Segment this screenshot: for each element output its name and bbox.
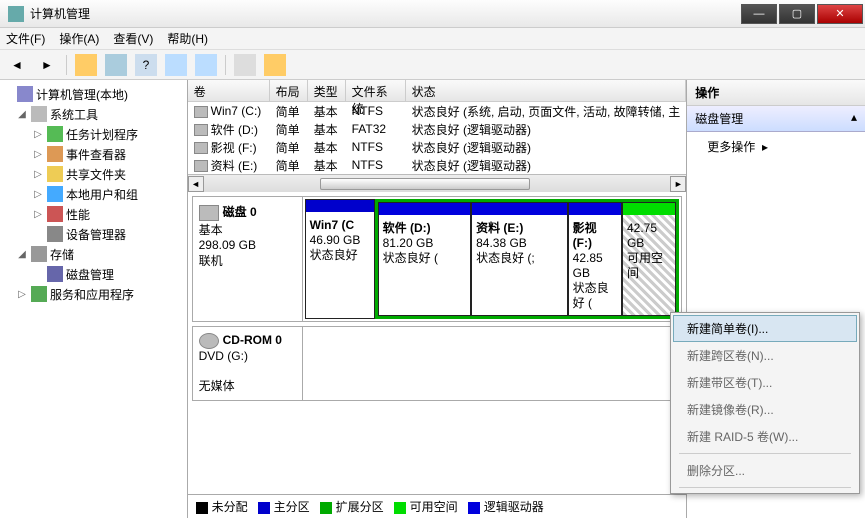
- scroll-left-button[interactable]: ◄: [188, 176, 204, 192]
- volume-row[interactable]: Win7 (C:)简单基本NTFS状态良好 (系统, 启动, 页面文件, 活动,…: [188, 102, 687, 120]
- scroll-right-button[interactable]: ►: [670, 176, 686, 192]
- actions-more[interactable]: 更多操作 ▸: [687, 132, 865, 161]
- forward-button[interactable]: ►: [36, 54, 58, 76]
- legend: 未分配 主分区 扩展分区 可用空间 逻辑驱动器: [188, 494, 687, 518]
- tree-services[interactable]: ▷服务和应用程序: [2, 284, 185, 304]
- tree-shared[interactable]: ▷共享文件夹: [2, 164, 185, 184]
- cdrom-info[interactable]: CD-ROM 0 DVD (G:) 无媒体: [193, 327, 303, 400]
- tree-devmgr[interactable]: 设备管理器: [2, 224, 185, 244]
- tree-diskmgmt[interactable]: 磁盘管理: [2, 264, 185, 284]
- ctx-new-simple[interactable]: 新建简单卷(I)...: [673, 315, 857, 342]
- tree-users[interactable]: ▷本地用户和组: [2, 184, 185, 204]
- toolbar-icon-1[interactable]: [75, 54, 97, 76]
- tree-root[interactable]: 计算机管理(本地): [2, 84, 185, 104]
- titlebar: 计算机管理 — ▢ ✕: [0, 0, 865, 28]
- toolbar-icon-2[interactable]: [105, 54, 127, 76]
- col-fs[interactable]: 文件系统: [346, 80, 406, 101]
- volume-row[interactable]: 影视 (F:)简单基本NTFS状态良好 (逻辑驱动器): [188, 138, 687, 156]
- toolbar-icon-4[interactable]: [165, 54, 187, 76]
- disk-layout: 磁盘 0 基本 298.09 GB 联机 Win7 (C46.90 GB状态良好…: [188, 192, 687, 494]
- close-button[interactable]: ✕: [817, 4, 863, 24]
- menu-view[interactable]: 查看(V): [113, 30, 153, 47]
- partition-e[interactable]: 资料 (E:)84.38 GB状态良好 (;: [471, 202, 568, 316]
- scroll-thumb[interactable]: [320, 178, 530, 190]
- volume-list: Win7 (C:)简单基本NTFS状态良好 (系统, 启动, 页面文件, 活动,…: [188, 102, 687, 174]
- app-icon: [8, 6, 24, 22]
- window-buttons: — ▢ ✕: [741, 4, 863, 24]
- menubar: 文件(F) 操作(A) 查看(V) 帮助(H): [0, 28, 865, 50]
- toolbar: ◄ ► ?: [0, 50, 865, 80]
- main-panel: 卷 布局 类型 文件系统 状态 Win7 (C:)简单基本NTFS状态良好 (系…: [188, 80, 688, 518]
- tree-scheduler[interactable]: ▷任务计划程序: [2, 124, 185, 144]
- disk-icon: [199, 205, 219, 221]
- volume-row[interactable]: 软件 (D:)简单基本FAT32状态良好 (逻辑驱动器): [188, 120, 687, 138]
- toolbar-icon-5[interactable]: [195, 54, 217, 76]
- disk0-row: 磁盘 0 基本 298.09 GB 联机 Win7 (C46.90 GB状态良好…: [192, 196, 683, 322]
- partition-c[interactable]: Win7 (C46.90 GB状态良好: [305, 199, 375, 319]
- back-button[interactable]: ◄: [6, 54, 28, 76]
- nav-tree: 计算机管理(本地) ◢系统工具 ▷任务计划程序 ▷事件查看器 ▷共享文件夹 ▷本…: [0, 80, 188, 518]
- col-volume[interactable]: 卷: [188, 80, 270, 101]
- window-title: 计算机管理: [30, 5, 741, 22]
- tree-perf[interactable]: ▷性能: [2, 204, 185, 224]
- disk0-info[interactable]: 磁盘 0 基本 298.09 GB 联机: [193, 197, 303, 321]
- tree-events[interactable]: ▷事件查看器: [2, 144, 185, 164]
- ctx-new-stripe[interactable]: 新建带区卷(T)...: [673, 369, 857, 396]
- minimize-button[interactable]: —: [741, 4, 777, 24]
- menu-file[interactable]: 文件(F): [6, 30, 45, 47]
- partition-d[interactable]: 软件 (D:)81.20 GB状态良好 (: [378, 202, 471, 316]
- tree-storage[interactable]: ◢存储: [2, 244, 185, 264]
- col-type[interactable]: 类型: [308, 80, 346, 101]
- context-menu: 新建简单卷(I)... 新建跨区卷(N)... 新建带区卷(T)... 新建镜像…: [670, 312, 860, 494]
- ctx-new-span[interactable]: 新建跨区卷(N)...: [673, 342, 857, 369]
- col-status[interactable]: 状态: [406, 80, 687, 101]
- toolbar-icon-7[interactable]: [264, 54, 286, 76]
- cdrom-icon: [199, 333, 219, 349]
- maximize-button[interactable]: ▢: [779, 4, 815, 24]
- cdrom-row: CD-ROM 0 DVD (G:) 无媒体: [192, 326, 683, 401]
- partition-f[interactable]: 影视 (F:)42.85 GB状态良好 (: [568, 202, 622, 316]
- volume-header: 卷 布局 类型 文件系统 状态: [188, 80, 687, 102]
- collapse-icon: ▴: [851, 110, 857, 127]
- actions-header: 操作: [687, 80, 865, 106]
- col-layout[interactable]: 布局: [270, 80, 308, 101]
- toolbar-icon-6[interactable]: [234, 54, 256, 76]
- ctx-delete[interactable]: 删除分区...: [673, 457, 857, 484]
- ctx-new-mirror[interactable]: 新建镜像卷(R)...: [673, 396, 857, 423]
- toolbar-icon-3[interactable]: ?: [135, 54, 157, 76]
- volume-row[interactable]: 资料 (E:)简单基本NTFS状态良好 (逻辑驱动器): [188, 156, 687, 174]
- extended-partition: 软件 (D:)81.20 GB状态良好 ( 资料 (E:)84.38 GB状态良…: [375, 199, 680, 319]
- menu-help[interactable]: 帮助(H): [167, 30, 208, 47]
- ctx-new-raid5[interactable]: 新建 RAID-5 卷(W)...: [673, 423, 857, 450]
- disk0-partitions: Win7 (C46.90 GB状态良好 软件 (D:)81.20 GB状态良好 …: [303, 197, 682, 321]
- tree-system-tools[interactable]: ◢系统工具: [2, 104, 185, 124]
- menu-action[interactable]: 操作(A): [59, 30, 99, 47]
- partition-free[interactable]: 42.75 GB可用空间: [622, 202, 676, 316]
- h-scrollbar[interactable]: ◄ ►: [188, 174, 687, 192]
- actions-diskmgmt[interactable]: 磁盘管理▴: [687, 106, 865, 132]
